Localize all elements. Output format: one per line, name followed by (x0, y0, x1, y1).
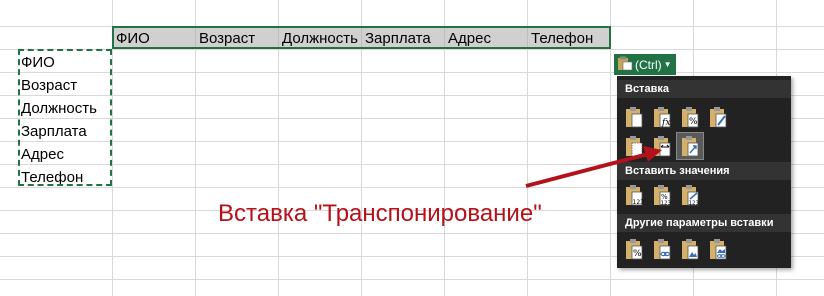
annotation-arrow (525, 146, 662, 188)
annotation-caption: Вставка "Транспонирование" (218, 200, 542, 227)
